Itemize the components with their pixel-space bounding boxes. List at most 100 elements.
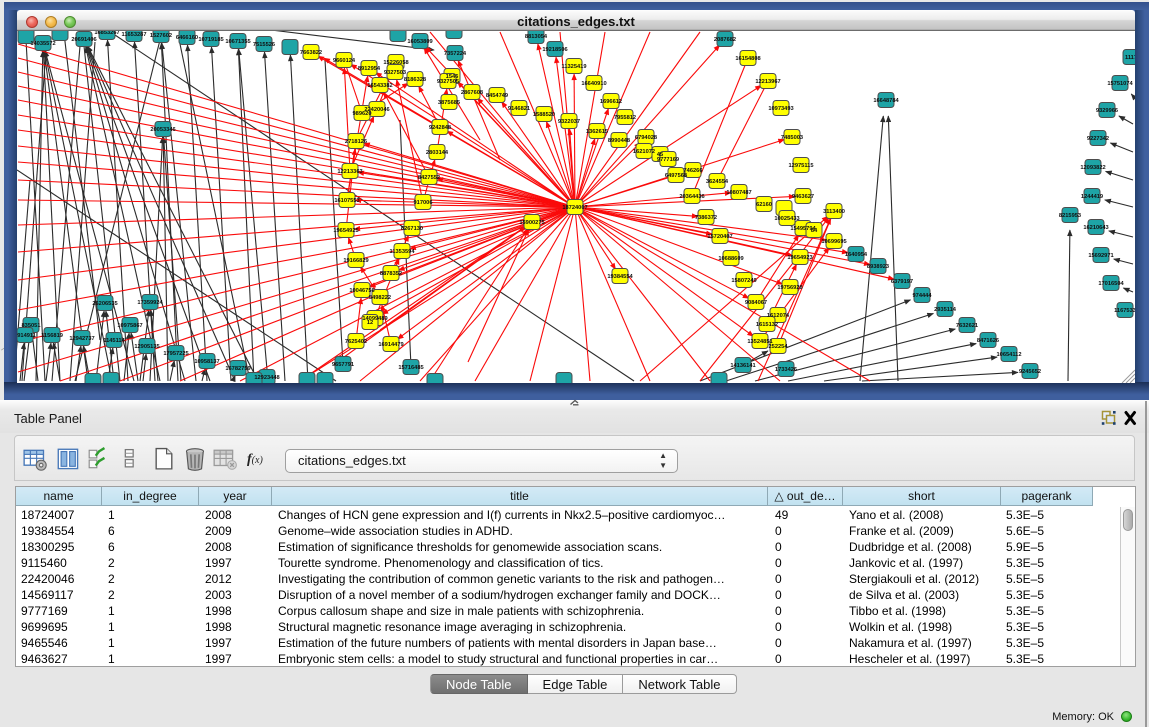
svg-text:19654923: 19654923 [787, 255, 812, 261]
svg-text:10046756: 10046756 [349, 288, 374, 294]
svg-text:1117: 1117 [1125, 55, 1135, 61]
svg-text:15716485: 15716485 [398, 365, 423, 371]
svg-text:10688609: 10688609 [718, 256, 743, 262]
svg-text:2935114: 2935114 [934, 307, 957, 313]
svg-text:19384554: 19384554 [607, 274, 633, 280]
svg-text:1156819: 1156819 [41, 333, 63, 339]
svg-text:62160: 62160 [756, 202, 772, 208]
svg-text:15720407: 15720407 [707, 234, 732, 240]
svg-text:8912954: 8912954 [358, 66, 381, 72]
svg-text:16853267: 16853267 [94, 31, 119, 36]
svg-text:16154808: 16154808 [735, 56, 760, 62]
svg-text:10807487: 10807487 [726, 190, 751, 196]
svg-text:8990448: 8990448 [608, 138, 630, 144]
svg-text:7386372: 7386372 [695, 215, 717, 221]
svg-text:9657791: 9657791 [332, 362, 354, 368]
svg-text:10958137: 10958137 [194, 359, 219, 365]
svg-text:10654112: 10654112 [997, 352, 1022, 358]
svg-text:2087682: 2087682 [714, 37, 736, 43]
svg-text:14035572: 14035572 [30, 41, 55, 47]
svg-text:1588520: 1588520 [533, 112, 555, 118]
svg-text:8878352: 8878352 [380, 271, 402, 277]
svg-text:9227342: 9227342 [1087, 136, 1109, 142]
svg-text:10699695: 10699695 [821, 239, 846, 245]
svg-text:9146821: 9146821 [508, 106, 530, 112]
svg-text:12923448: 12923448 [254, 375, 279, 381]
svg-text:12213967: 12213967 [755, 79, 780, 85]
svg-text:6794028: 6794028 [635, 135, 657, 141]
svg-text:3914911: 3914911 [17, 333, 36, 339]
svg-text:835051: 835051 [22, 323, 41, 329]
svg-text:8427552: 8427552 [418, 175, 440, 181]
svg-text:12093822: 12093822 [1080, 165, 1105, 171]
svg-text:9245652: 9245652 [1019, 369, 1041, 375]
svg-text:11353594: 11353594 [390, 249, 416, 255]
svg-text:9660124: 9660124 [333, 58, 356, 64]
svg-text:8813054: 8813054 [525, 34, 548, 40]
svg-text:16640910: 16640910 [581, 81, 606, 87]
svg-text:9084067: 9084067 [745, 300, 767, 306]
svg-text:14136141: 14136141 [730, 363, 755, 369]
svg-text:16210643: 16210643 [1083, 225, 1108, 231]
svg-text:10671355: 10671355 [225, 39, 250, 45]
svg-text:1615132: 1615132 [756, 322, 778, 328]
svg-text:8267130: 8267130 [401, 226, 423, 232]
svg-text:9327505: 9327505 [437, 79, 459, 85]
svg-text:7357224: 7357224 [444, 51, 467, 57]
svg-text:1362615: 1362615 [586, 129, 608, 135]
svg-text:989620: 989620 [353, 111, 372, 117]
svg-text:12942737: 12942737 [69, 336, 94, 342]
svg-text:10975867: 10975867 [117, 323, 142, 329]
svg-text:16782759: 16782759 [225, 366, 250, 372]
svg-text:12213363: 12213363 [337, 169, 362, 175]
svg-text:11653287: 11653287 [122, 32, 147, 38]
svg-text:8186328: 8186328 [404, 77, 426, 83]
svg-text:12: 12 [367, 320, 373, 326]
svg-text:1733426: 1733426 [775, 367, 797, 373]
svg-text:10025433: 10025433 [774, 216, 799, 222]
svg-text:6466160: 6466160 [176, 35, 198, 41]
svg-text:10719185: 10719185 [198, 37, 223, 43]
svg-text:19654925: 19654925 [333, 228, 358, 234]
svg-text:1696612: 1696612 [600, 99, 622, 105]
svg-text:20053346: 20053346 [150, 127, 175, 133]
svg-text:9329966: 9329966 [1096, 108, 1118, 114]
svg-text:2867608: 2867608 [461, 90, 483, 96]
svg-text:16914479: 16914479 [378, 342, 403, 348]
svg-text:5498222: 5498222 [369, 295, 391, 301]
svg-text:1167533: 1167533 [1114, 308, 1135, 314]
svg-text:19218506: 19218506 [542, 47, 567, 53]
svg-text:15692971: 15692971 [1088, 253, 1113, 259]
svg-text:16543382: 16543382 [367, 83, 392, 89]
svg-text:1527602: 1527602 [150, 33, 172, 39]
svg-text:17016504: 17016504 [1098, 281, 1124, 287]
svg-text:17359924: 17359924 [137, 300, 163, 306]
svg-text:18724007: 18724007 [562, 205, 587, 211]
svg-text:2718126: 2718126 [345, 139, 367, 145]
svg-text:17957225: 17957225 [163, 351, 188, 357]
svg-text:9322037: 9322037 [558, 119, 580, 125]
svg-text:16053809: 16053809 [407, 39, 432, 45]
svg-text:1612074: 1612074 [767, 313, 790, 319]
svg-text:7632621: 7632621 [956, 323, 978, 329]
svg-text:19166829: 19166829 [343, 258, 368, 264]
svg-text:1621072: 1621072 [633, 149, 655, 155]
svg-text:8471626: 8471626 [977, 338, 999, 344]
svg-text:3875685: 3875685 [438, 100, 460, 106]
svg-text:3624554: 3624554 [706, 179, 729, 185]
svg-text:3113400: 3113400 [823, 209, 845, 215]
svg-text:20691406: 20691406 [71, 37, 96, 43]
svg-text:15900275: 15900275 [519, 220, 544, 226]
svg-text:917006: 917006 [414, 200, 433, 206]
svg-text:12905135: 12905135 [134, 344, 159, 350]
svg-text:974444: 974444 [913, 293, 933, 299]
svg-text:84: 84 [811, 228, 818, 234]
svg-text:12975115: 12975115 [789, 163, 814, 169]
svg-text:16648784: 16648784 [873, 98, 899, 104]
svg-text:1244419: 1244419 [1081, 194, 1103, 200]
svg-text:16107553: 16107553 [334, 198, 359, 204]
svg-text:15807249: 15807249 [731, 278, 756, 284]
svg-text:1640954: 1640954 [845, 252, 868, 258]
svg-text:7955812: 7955812 [614, 115, 636, 121]
svg-text:2803144: 2803144 [426, 150, 449, 156]
